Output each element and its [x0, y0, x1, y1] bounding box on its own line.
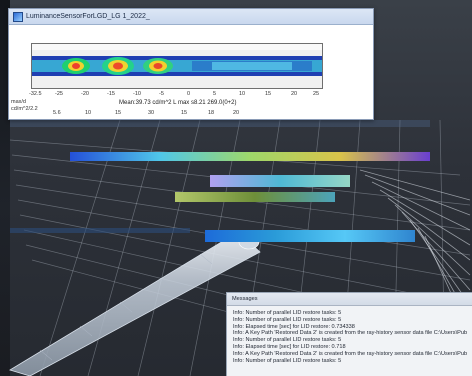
- render-artifact-band: [10, 120, 430, 127]
- scale-tick: 20: [233, 110, 240, 116]
- luminance-heatmap: [32, 44, 322, 88]
- render-artifact-band: [210, 175, 350, 187]
- scale-tick: 15: [115, 110, 122, 116]
- message-line: Info: A Key Path 'Restored Data 2' is cr…: [233, 350, 467, 357]
- message-line: Info: Number of parallel LID restore tas…: [233, 316, 342, 323]
- x-tick: -20: [81, 91, 89, 97]
- message-line: Info: Elapsed time [sec] for LID restore…: [233, 323, 355, 330]
- render-artifact-band: [175, 192, 335, 202]
- x-tick: -32.5: [29, 91, 42, 97]
- x-tick: 0: [187, 91, 191, 97]
- x-tick: -15: [107, 91, 115, 97]
- scale-tick: 15: [181, 110, 188, 116]
- render-artifact-band: [10, 228, 190, 233]
- message-line: Info: Number of parallel LID restore tas…: [233, 310, 342, 316]
- x-tick: 15: [265, 91, 272, 97]
- message-line: Info: Elapsed time [sec] for LID restore…: [233, 343, 346, 350]
- scale-tick: 30: [148, 110, 155, 116]
- x-tick: -5: [159, 91, 164, 97]
- x-tick: 5: [213, 91, 217, 97]
- render-artifact-band: [205, 230, 415, 242]
- scale-tick: 18: [208, 110, 215, 116]
- message-line: Info: Number of parallel LID restore tas…: [233, 337, 342, 344]
- window-title: LuminanceSensorForLGD_LG 1_2022_: [26, 13, 150, 20]
- messages-body[interactable]: Info: Number of parallel LID restore tas…: [227, 306, 472, 368]
- messages-panel[interactable]: Messages Info: Number of parallel LID re…: [226, 292, 472, 376]
- scale-tick: 10: [85, 110, 92, 116]
- luminance-plot[interactable]: [31, 43, 323, 89]
- x-tick: -10: [133, 91, 141, 97]
- x-tick: 25: [313, 91, 320, 97]
- luminance-sensor-window[interactable]: LuminanceSensorForLGD_LG 1_2022_ -32.5 -…: [8, 8, 374, 120]
- x-tick: 10: [239, 91, 246, 97]
- readout-x: max/d: [11, 99, 26, 105]
- message-line: Info: Number of parallel LID restore tas…: [233, 357, 342, 364]
- app-icon: [13, 11, 23, 22]
- x-tick: -25: [55, 91, 63, 97]
- window-titlebar[interactable]: LuminanceSensorForLGD_LG 1_2022_: [9, 9, 373, 25]
- 3d-viewport[interactable]: LuminanceSensorForLGD_LG 1_2022_ -32.5 -…: [0, 0, 472, 376]
- scale-tick: 5.6: [53, 110, 61, 116]
- message-line: Info: A Key Path 'Restored Data 2' is cr…: [233, 330, 467, 337]
- scale-ticks: 5.6 10 15 30 15 18 20: [11, 110, 371, 118]
- render-artifact-band: [70, 152, 430, 161]
- x-tick: 20: [291, 91, 298, 97]
- messages-title: Messages: [227, 293, 472, 306]
- luminance-stats: Mean:39.73 cd/m^2 L max s8.21 269.0(0+2): [119, 100, 237, 106]
